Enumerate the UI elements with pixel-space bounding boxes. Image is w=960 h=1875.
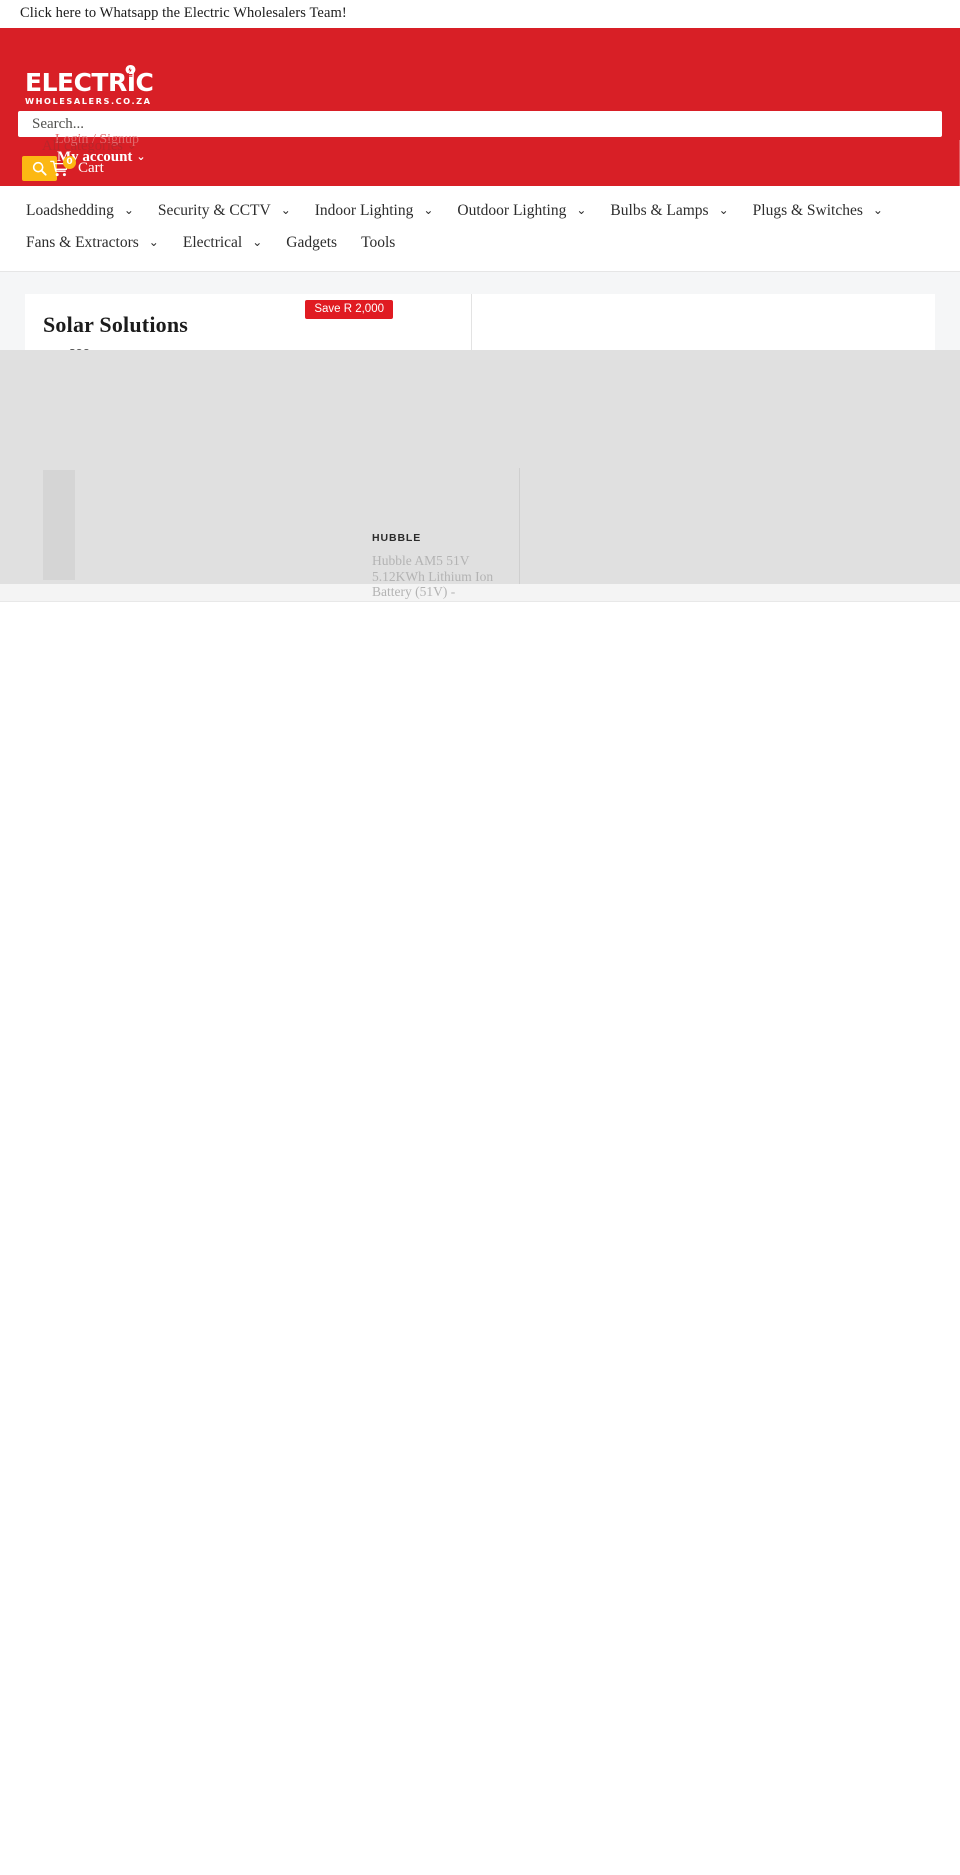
main-navigation: Loadshedding ⌄ Security & CCTV ⌄ Indoor … bbox=[0, 186, 960, 272]
search-icon bbox=[32, 161, 47, 176]
cart-icon-wrapper: 0 bbox=[50, 155, 76, 178]
nav-item-security-cctv[interactable]: Security & CCTV ⌄ bbox=[150, 195, 307, 227]
chevron-down-icon: ⌄ bbox=[576, 203, 587, 217]
chevron-down-icon: ⌄ bbox=[148, 235, 159, 249]
nav-label: Loadshedding bbox=[26, 202, 114, 219]
product-title[interactable]: Hubble AM5 51V 5.12KWh Lithium Ion Batte… bbox=[372, 553, 522, 600]
nav-item-outdoor-lighting[interactable]: Outdoor Lighting ⌄ bbox=[449, 195, 602, 227]
nav-label: Electrical bbox=[182, 234, 243, 251]
nav-item-loadshedding[interactable]: Loadshedding ⌄ bbox=[18, 195, 150, 227]
nav-row-secondary: Fans & Extractors ⌄ Electrical ⌄ Gadgets… bbox=[18, 227, 942, 259]
nav-item-gadgets[interactable]: Gadgets bbox=[278, 227, 353, 259]
nav-label: Security & CCTV bbox=[157, 202, 271, 219]
nav-label: Bulbs & Lamps bbox=[610, 202, 709, 219]
product-card[interactable]: HUBBLE Hubble AM5 51V 5.12KWh Lithium Io… bbox=[372, 532, 522, 600]
cart-count-badge: 0 bbox=[63, 155, 76, 169]
chevron-down-icon: ⌄ bbox=[872, 203, 883, 217]
nav-item-fans-extractors[interactable]: Fans & Extractors ⌄ bbox=[18, 227, 175, 259]
nav-label: Indoor Lighting bbox=[314, 202, 414, 219]
logo-wordmark: ELECTRIC bbox=[25, 65, 154, 95]
chevron-down-icon: ⌄ bbox=[252, 235, 263, 249]
lightning-bolt-icon bbox=[125, 65, 136, 77]
logo-tagline: WHOLESALERS.CO.ZA bbox=[25, 96, 152, 106]
nav-label: Tools bbox=[361, 234, 396, 251]
site-logo[interactable]: ELECTRIC WHOLESALERS.CO.ZA bbox=[25, 65, 154, 106]
nav-item-electrical[interactable]: Electrical ⌄ bbox=[175, 227, 278, 259]
save-badge: Save R 2,000 bbox=[305, 300, 393, 319]
page-blank-area bbox=[0, 602, 960, 1875]
product-brand: HUBBLE bbox=[372, 532, 422, 544]
nav-item-bulbs-lamps[interactable]: Bulbs & Lamps ⌄ bbox=[602, 195, 744, 227]
nav-item-tools[interactable]: Tools bbox=[353, 227, 411, 259]
cart-link[interactable]: 0 Cart bbox=[50, 155, 104, 181]
nav-label: Plugs & Switches bbox=[752, 202, 863, 219]
announcement-bar[interactable]: Click here to Whatsapp the Electric Whol… bbox=[0, 0, 960, 28]
chevron-down-icon: ⌄ bbox=[718, 203, 729, 217]
nav-item-plugs-switches[interactable]: Plugs & Switches ⌄ bbox=[745, 195, 899, 227]
nav-label: Gadgets bbox=[286, 234, 338, 251]
chevron-down-icon: ⌄ bbox=[123, 203, 134, 217]
chevron-down-icon: ⌄ bbox=[280, 203, 291, 217]
loading-skeleton-overlay: HUBBLE Hubble AM5 51V 5.12KWh Lithium Io… bbox=[0, 350, 960, 599]
chevron-down-icon: ⌄ bbox=[423, 203, 434, 217]
site-header: ELECTRIC WHOLESALERS.CO.ZA Login / Signu… bbox=[0, 28, 960, 186]
nav-item-indoor-lighting[interactable]: Indoor Lighting ⌄ bbox=[307, 195, 450, 227]
search-input[interactable] bbox=[30, 114, 930, 134]
announcement-text[interactable]: Click here to Whatsapp the Electric Whol… bbox=[20, 5, 347, 22]
chevron-down-icon: ⌄ bbox=[136, 150, 146, 163]
nav-row-primary: Loadshedding ⌄ Security & CCTV ⌄ Indoor … bbox=[18, 195, 942, 227]
nav-label: Fans & Extractors bbox=[26, 234, 139, 251]
nav-label: Outdoor Lighting bbox=[457, 202, 567, 219]
cart-label: Cart bbox=[78, 160, 104, 176]
skeleton-thumbnail-block bbox=[43, 470, 75, 580]
